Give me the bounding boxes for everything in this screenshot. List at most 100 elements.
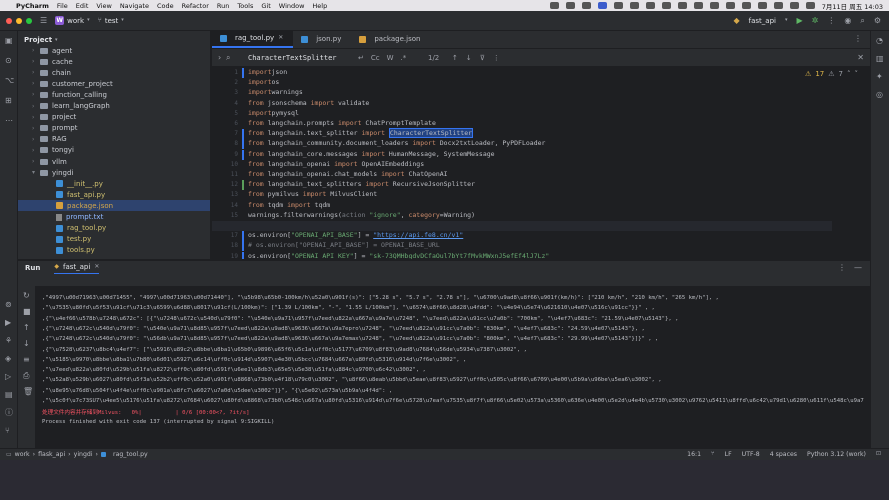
tab-package-json[interactable]: package.json [351,30,430,48]
breadcrumb-item[interactable]: flask_api [38,451,65,458]
line-number[interactable]: 14 [231,202,238,209]
regex-toggle[interactable]: .* [401,54,407,62]
tab-rag-tool[interactable]: rag_tool.py ✕ [212,30,294,48]
close-icon[interactable]: ✕ [857,53,864,62]
line-number[interactable]: 13 [231,191,238,198]
tree-file[interactable]: rag_tool.py [56,223,106,234]
chevron-right-icon[interactable]: › [32,103,40,110]
soft-wrap-icon[interactable]: ≡ [23,356,30,364]
change-marker[interactable] [242,68,244,78]
tree-folder[interactable]: › chain [32,67,71,78]
rerun-icon[interactable]: ↻ [23,292,30,300]
code-editor[interactable]: 1 importjson 2 importos 3 importwarnings 4 from… [212,67,870,259]
caret-position[interactable]: 16:1 [687,451,701,458]
chevron-down-icon[interactable]: ˅ [855,70,859,78]
chevron-right-icon[interactable]: › [32,136,40,143]
chevron-right-icon[interactable]: › [32,58,40,65]
ai-assistant-icon[interactable]: ✦ [876,73,883,81]
scroll-down-icon[interactable]: ↓ [23,340,30,348]
breadcrumb-item[interactable]: work [15,451,30,458]
line-number[interactable]: 19 [231,253,238,259]
minimize-window-button[interactable] [16,17,22,24]
tray-icon[interactable] [629,2,639,9]
tree-folder[interactable]: › prompt [32,123,77,134]
tree-folder[interactable]: › function_calling [32,89,107,100]
tree-file[interactable]: test.py [56,234,91,245]
layers-icon[interactable]: ◈ [5,355,11,363]
terminal-icon[interactable]: ▤ [5,391,13,399]
indent-setting[interactable]: 4 spaces [770,451,797,458]
search-icon[interactable]: ⌕ [860,16,864,25]
tray-icon[interactable] [757,2,767,9]
line-separator[interactable]: LF [725,451,732,458]
find-query[interactable]: CharacterTextSplitter [248,54,337,62]
debug-icon[interactable]: ✲ [812,16,819,25]
git-icon[interactable]: ⑂ [5,427,10,435]
file-encoding[interactable]: UTF-8 [742,451,760,458]
vcs-icon[interactable]: ⑂ [711,451,715,458]
tab-list-icon[interactable]: ⋮ [854,35,862,43]
chevron-right-icon[interactable]: › [32,125,40,132]
breadcrumb-item[interactable]: yingdi [74,451,93,458]
tray-icon[interactable] [581,2,591,9]
more-tools-icon[interactable]: ⋯ [5,117,13,125]
change-marker[interactable] [242,251,244,259]
tray-icon[interactable] [693,2,703,9]
more-icon[interactable]: ⋮ [827,16,835,25]
match-case-toggle[interactable]: Cc [371,54,380,62]
line-number[interactable]: 7 [234,130,238,137]
weak-warning-count[interactable]: 7 [839,70,843,78]
close-icon[interactable]: ✕ [278,35,283,41]
chevron-right-icon[interactable]: › [32,69,40,76]
problems-icon[interactable]: ⓘ [5,409,13,417]
tray-icon[interactable] [677,2,687,9]
line-number[interactable]: 2 [234,79,238,86]
tray-icon[interactable] [741,2,751,9]
tray-icon[interactable] [725,2,735,9]
tree-file[interactable]: prompt.txt [56,212,103,223]
menu-tools[interactable]: Tools [237,2,253,10]
tab-json[interactable]: json.py [293,30,351,48]
previous-occurrence-icon[interactable]: ↑ [452,54,458,62]
menu-view[interactable]: View [96,2,111,10]
project-tool-icon[interactable]: ▣ [5,37,13,45]
line-number[interactable]: 6 [234,120,238,127]
run-console[interactable]: ,"4997\u00d71963\u00d71455", "4997\u00d7… [18,286,870,448]
line-number[interactable]: 15 [231,212,238,219]
breadcrumb-item[interactable]: rag_tool.py [113,451,148,458]
line-number[interactable]: 8 [234,140,238,147]
line-number[interactable]: 4 [234,100,238,107]
added-marker[interactable] [242,180,244,191]
structure-icon[interactable]: ⌥ [5,77,14,85]
words-toggle[interactable]: W [387,54,394,62]
chevron-right-icon[interactable]: › [32,114,40,121]
menu-window[interactable]: Window [279,2,305,10]
close-window-button[interactable] [6,17,12,24]
print-icon[interactable]: ⎙ [23,372,29,380]
debug-tool-icon[interactable]: ▶ [5,319,11,327]
services-icon[interactable]: ▷ [5,373,11,381]
lock-icon[interactable]: ⊡ [876,451,881,458]
line-number[interactable]: 10 [231,161,238,168]
line-number[interactable]: 3 [234,89,238,96]
copilot-icon[interactable]: ◎ [876,91,883,99]
line-number[interactable]: 18 [231,242,238,249]
tree-folder[interactable]: › customer_project [32,78,113,89]
tray-icon-active[interactable] [597,2,607,9]
notifications-icon[interactable]: ◔ [876,37,883,45]
change-marker[interactable] [242,231,244,242]
plugins-icon[interactable]: ⊞ [5,97,12,105]
close-icon[interactable]: ✕ [94,263,99,270]
menu-app-name[interactable]: PyCharm [16,2,49,10]
main-menu-icon[interactable]: ☰ [40,16,47,25]
menu-git[interactable]: Git [261,2,270,10]
change-marker[interactable] [242,139,244,150]
menu-help[interactable]: Help [312,2,327,10]
tray-icon[interactable] [549,2,559,9]
python-packages-icon[interactable]: ⚘ [5,337,12,345]
line-number[interactable]: 11 [231,171,238,178]
minimize-icon[interactable]: — [854,263,862,272]
python-interpreter[interactable]: Python 3.12 (work) [807,451,866,458]
run-config-selector[interactable]: fast_api [749,17,776,25]
line-number[interactable]: 12 [231,181,238,188]
